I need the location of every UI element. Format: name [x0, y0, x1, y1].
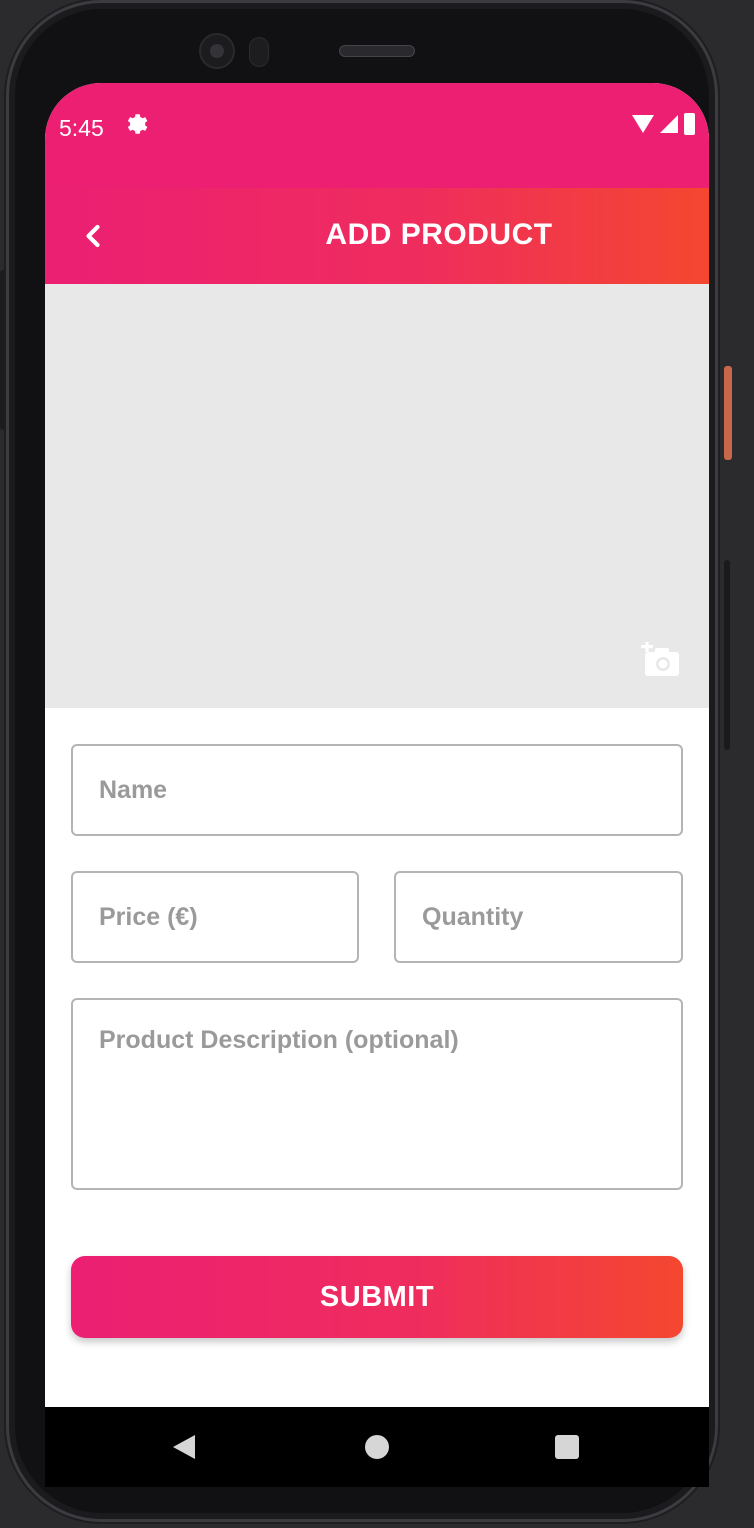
- description-textarea[interactable]: [73, 1000, 681, 1188]
- settings-gear-icon: [123, 111, 149, 144]
- product-image-picker[interactable]: [45, 284, 709, 708]
- submit-button[interactable]: SUBMIT: [71, 1256, 683, 1338]
- screen: 5:45 ADD PRODUCT Name Price (€) Quantity…: [45, 83, 709, 1487]
- name-input[interactable]: [73, 746, 681, 834]
- front-camera: [199, 33, 235, 69]
- status-bar: 5:45: [45, 83, 709, 188]
- square-recents-icon[interactable]: [555, 1435, 579, 1459]
- add-photo-icon[interactable]: [641, 641, 681, 678]
- status-icons: [632, 113, 695, 135]
- cell-signal-icon: [660, 115, 678, 133]
- name-field[interactable]: [71, 744, 683, 836]
- page-title: ADD PRODUCT: [325, 218, 553, 251]
- wifi-icon: [632, 115, 654, 133]
- power-button: [724, 366, 732, 460]
- app-bar: ADD PRODUCT: [45, 188, 709, 284]
- price-field[interactable]: [71, 871, 359, 963]
- product-form: SUBMIT: [45, 708, 709, 1407]
- description-field[interactable]: [71, 998, 683, 1190]
- price-input[interactable]: [73, 873, 357, 961]
- circle-home-icon[interactable]: [365, 1435, 389, 1459]
- quantity-input[interactable]: [396, 873, 681, 961]
- triangle-back-icon[interactable]: [173, 1435, 195, 1459]
- proximity-sensor: [249, 37, 269, 67]
- earpiece-speaker: [339, 45, 415, 57]
- status-time: 5:45: [59, 115, 104, 141]
- phone-frame: 5:45 ADD PRODUCT Name Price (€) Quantity…: [6, 0, 718, 1522]
- system-nav-bar: [45, 1407, 709, 1487]
- quantity-field[interactable]: [394, 871, 683, 963]
- battery-icon: [684, 113, 695, 135]
- volume-rocker: [724, 560, 730, 750]
